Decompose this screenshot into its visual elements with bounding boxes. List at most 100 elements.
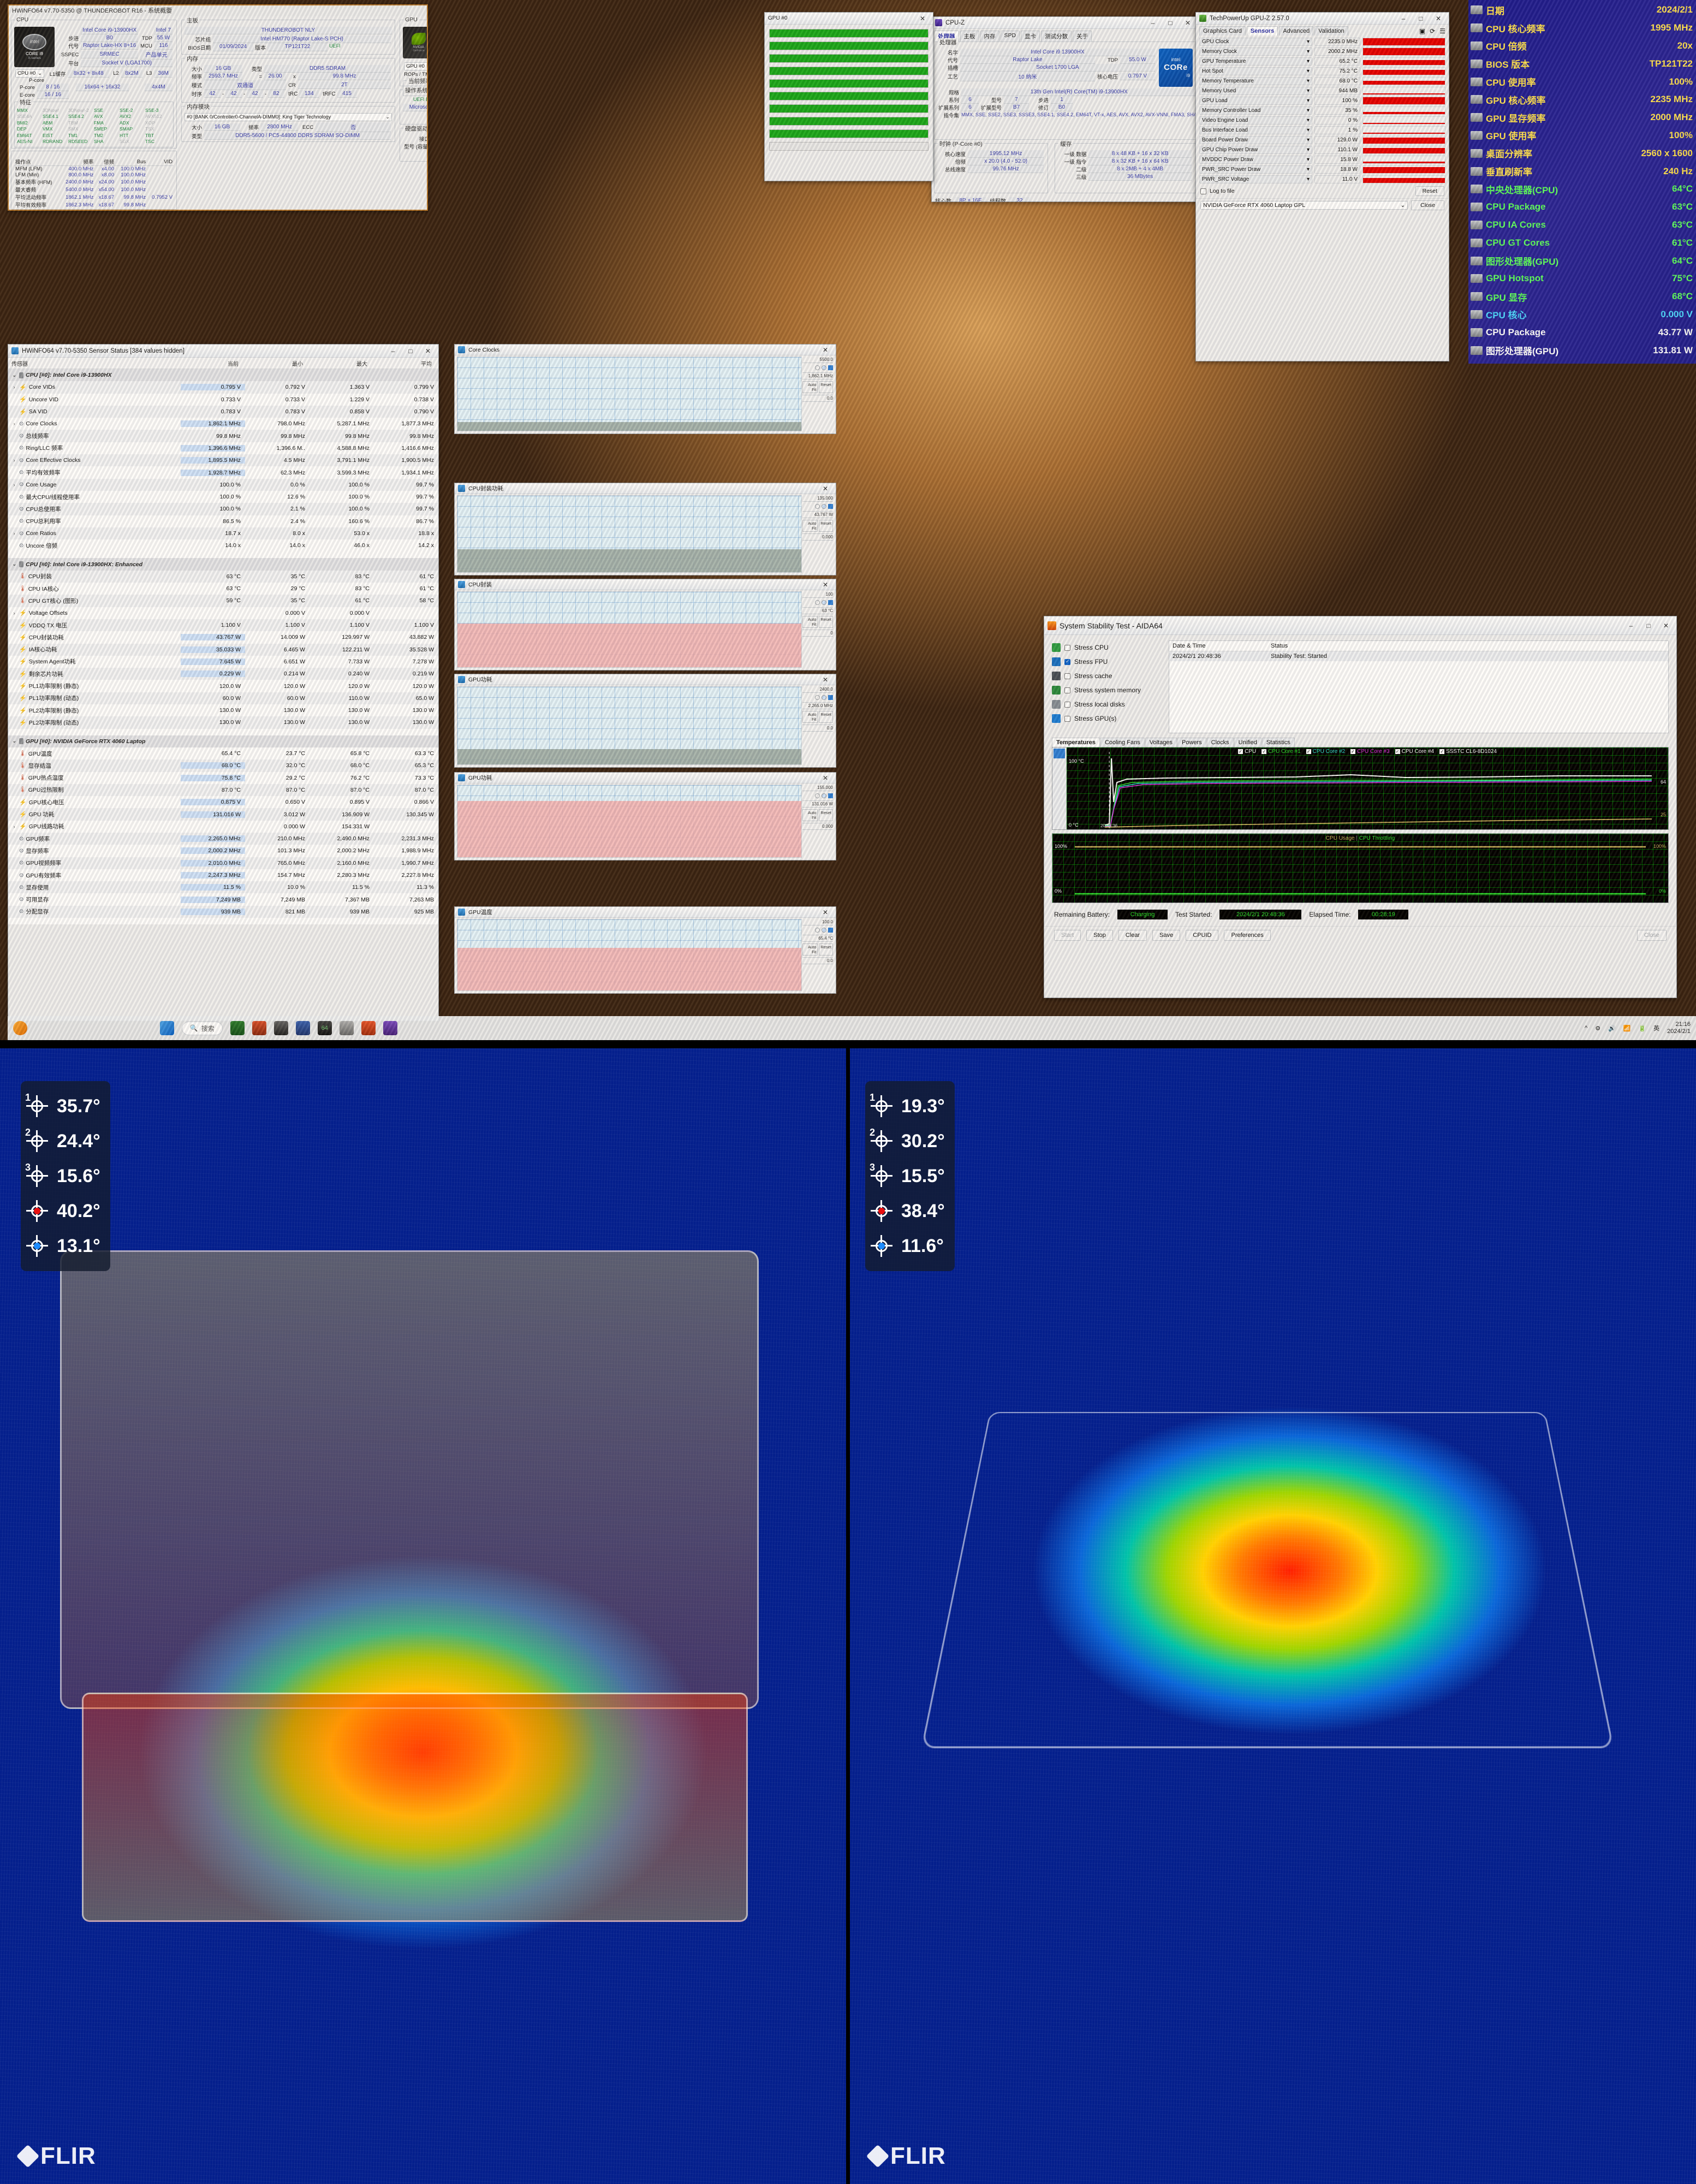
- taskview-icon[interactable]: [230, 1021, 245, 1035]
- sensor-row[interactable]: ⊙ 总线频率 99.8 MHz 99.8 MHz 99.8 MHz 99.8 MHz: [8, 430, 438, 442]
- stress-option-checkbox[interactable]: [1064, 673, 1070, 679]
- stress-option-checkbox[interactable]: [1064, 644, 1070, 651]
- hwinfo-graph-window[interactable]: GPU温度 ✕ 100.0 65.4 °C Auto Fit Reset 0.0: [454, 906, 836, 994]
- series-toggle-icon[interactable]: [815, 365, 820, 370]
- expand-chevron-icon[interactable]: ›: [11, 384, 17, 390]
- app-icon-5[interactable]: [361, 1021, 376, 1035]
- sensor-row[interactable]: ⚡ VDDQ TX 电压 1.100 V 1.100 V 1.100 V 1.100 V: [8, 619, 438, 632]
- gpuz-sensor-name[interactable]: Hot Spot ▾: [1199, 67, 1312, 75]
- gpuz-sensor-row[interactable]: Video Engine Load ▾ 0 %: [1196, 115, 1449, 125]
- close-button[interactable]: ✕: [1181, 17, 1195, 29]
- close-button[interactable]: ✕: [915, 13, 930, 25]
- stress-option[interactable]: Stress local disks: [1052, 697, 1161, 711]
- aida64-window[interactable]: System Stability Test - AIDA64 – □ ✕ Str…: [1044, 616, 1677, 998]
- chevron-down-icon[interactable]: ▾: [1307, 58, 1310, 64]
- sensor-row[interactable]: ⊙ 平均有效频率 1,928.7 MHz 62.3 MHz 3,599.3 MHz 1,9…: [8, 466, 438, 479]
- series-toggle-icon[interactable]: [815, 793, 820, 798]
- aida64-tab[interactable]: Voltages: [1145, 738, 1177, 747]
- close-button[interactable]: ✕: [818, 345, 832, 355]
- aida64-tab[interactable]: Unified: [1234, 738, 1261, 747]
- gpuz-sensor-row[interactable]: Memory Temperature ▾ 68.0 °C: [1196, 76, 1449, 86]
- series-toggle-icon[interactable]: [828, 600, 833, 605]
- expand-chevron-icon[interactable]: ›: [11, 824, 17, 829]
- sensor-row[interactable]: ⚡ SA VID 0.783 V 0.783 V 0.858 V 0.790 V: [8, 405, 438, 418]
- hwinfo-graph-window[interactable]: GPU功耗 ✕ 155.000 131.016 W Auto Fit Reset 0.000: [454, 772, 836, 860]
- gpu-bar-window[interactable]: GPU #0 ✕: [764, 12, 933, 181]
- chevron-down-icon[interactable]: ⌄: [386, 114, 390, 120]
- close-button[interactable]: ✕: [1431, 13, 1445, 25]
- gpuz-sensor-name[interactable]: GPU Clock ▾: [1199, 37, 1312, 46]
- sensor-row[interactable]: ⊙ GPU频率 2,265.0 MHz 210.0 MHz 2,490.0 MHz 2,2…: [8, 832, 438, 845]
- stress-option-checkbox[interactable]: [1064, 658, 1070, 665]
- gpuz-sensor-name[interactable]: GPU Load ▾: [1199, 96, 1312, 105]
- graph-reset-button[interactable]: Reset: [819, 381, 833, 393]
- gpuz-sensor-row[interactable]: GPU Load ▾ 100 %: [1196, 96, 1449, 105]
- close-button[interactable]: ✕: [818, 674, 832, 685]
- minimize-button[interactable]: –: [1624, 616, 1638, 635]
- chevron-down-icon[interactable]: ▾: [1307, 117, 1310, 123]
- sensor-row[interactable]: ⚡ 剩余芯片功耗 0.229 W 0.214 W 0.240 W 0.219 W: [8, 668, 438, 680]
- series-toggle-icon[interactable]: [822, 365, 826, 370]
- close-button[interactable]: ✕: [818, 483, 832, 494]
- sensor-row[interactable]: ⊙ GPU视频频率 2,010.0 MHz 765.0 MHz 2,160.0 MHz 1…: [8, 857, 438, 869]
- graph-side-panel[interactable]: 100.0 65.4 °C Auto Fit Reset 0.0: [802, 919, 834, 991]
- cpuz-tab[interactable]: 内存: [980, 31, 999, 41]
- gpuz-sensor-row[interactable]: Memory Clock ▾ 2000.2 MHz: [1196, 46, 1449, 56]
- graph-reset-button[interactable]: Reset: [819, 809, 833, 821]
- graph-autofit-button[interactable]: Auto Fit: [802, 711, 818, 723]
- series-toggle-icon[interactable]: [828, 504, 833, 509]
- gpuz-sensor-row[interactable]: MVDDC Power Draw ▾ 15.8 W: [1196, 155, 1449, 164]
- chevron-down-icon[interactable]: ⌄: [11, 372, 17, 378]
- tray-volume-icon[interactable]: 🔊: [1608, 1025, 1616, 1032]
- chevron-down-icon[interactable]: ▾: [1307, 98, 1310, 104]
- graph-reset-button[interactable]: Reset: [819, 520, 833, 532]
- aida64-temp-scrollbar[interactable]: [1052, 747, 1067, 829]
- log-to-file-checkbox[interactable]: [1200, 188, 1206, 194]
- gpuz-close-button[interactable]: Close: [1411, 200, 1444, 210]
- graph-reset-button[interactable]: Reset: [819, 616, 833, 628]
- sensor-row[interactable]: ⊙ GPU有效频率 2,247.3 MHz 154.7 MHz 2,280.3 MHz 2…: [8, 869, 438, 882]
- sensor-row[interactable]: ⊙ 显存频率 2,000.2 MHz 101.3 MHz 2,000.2 MHz 1,98…: [8, 845, 438, 857]
- chevron-down-icon[interactable]: ⌄: [38, 70, 42, 76]
- sensor-row[interactable]: 🌡 CPU GT核心 (图形) 59 °C 35 °C 61 °C 58 °C: [8, 595, 438, 607]
- series-toggle-icon[interactable]: [815, 504, 820, 509]
- cpu-selector-value[interactable]: CPU #0: [17, 70, 35, 76]
- sensor-row[interactable]: ⚡ PL2功率限制 (静态) 130.0 W 130.0 W 130.0 W 130.0 …: [8, 704, 438, 717]
- aida64-tab[interactable]: Temperatures: [1052, 738, 1100, 747]
- gpuz-tabs[interactable]: Graphics Card Sensors Advanced Validation: [1199, 26, 1415, 35]
- thunderobot-icon[interactable]: [13, 1021, 27, 1035]
- gpuz-sensor-row[interactable]: GPU Chip Power Draw ▾ 110.1 W: [1196, 145, 1449, 155]
- chevron-down-icon[interactable]: ⌄: [1400, 202, 1405, 209]
- graph-series-toggles[interactable]: [802, 791, 833, 801]
- hwinfo-taskbar-icon[interactable]: 64: [317, 1021, 332, 1035]
- stress-option[interactable]: Stress GPU(s): [1052, 711, 1161, 726]
- graph-reset-button[interactable]: Reset: [819, 711, 833, 723]
- series-toggle-icon[interactable]: [822, 695, 826, 700]
- series-toggle-icon[interactable]: [815, 600, 820, 605]
- cpuz-tab[interactable]: 主板: [960, 31, 979, 41]
- aida64-button-row[interactable]: Start Stop Clear Save CPUID Preferences Close: [1044, 926, 1676, 944]
- series-toggle-icon[interactable]: [822, 793, 826, 798]
- stress-option-checkbox[interactable]: [1064, 687, 1070, 693]
- chevron-down-icon[interactable]: ▾: [1307, 108, 1310, 114]
- expand-chevron-icon[interactable]: ›: [11, 610, 17, 616]
- close-button[interactable]: ✕: [818, 579, 832, 590]
- graph-series-toggles[interactable]: [802, 363, 833, 373]
- gpuz-sensor-row[interactable]: Memory Controller Load ▾ 35 %: [1196, 105, 1449, 115]
- minimize-button[interactable]: –: [386, 345, 400, 358]
- stress-option[interactable]: Stress system memory: [1052, 683, 1161, 697]
- graph-side-panel[interactable]: 2400.0 2,265.0 MHz Auto Fit Reset 0.0: [802, 686, 834, 765]
- hwinfo-graph-window[interactable]: CPU封装 ✕ 100 63 °C Auto Fit Reset 0: [454, 579, 836, 670]
- hwinfo-summary-window[interactable]: HWiNFO64 v7.70-5350 @ THUNDEROBOT R16 - …: [8, 4, 428, 211]
- sensor-list[interactable]: ⌄ CPU [#0]: Intel Core i9-13900HX › ⚡ Core V…: [8, 369, 438, 925]
- start-icon[interactable]: [159, 1021, 174, 1035]
- aida64-tab[interactable]: Clocks: [1206, 738, 1234, 747]
- gpuz-sensor-name[interactable]: PWR_SRC Voltage ▾: [1199, 175, 1312, 183]
- sensor-row[interactable]: ⚡ PL1功率限制 (动态) 60.0 W 60.0 W 110.0 W 65.0 W: [8, 692, 438, 705]
- cpuz-tabs[interactable]: 处理器 主板 内存 SPD 显卡 测试分数 关于: [932, 29, 1198, 41]
- series-toggle-icon[interactable]: [828, 928, 833, 933]
- stress-option[interactable]: Stress FPU: [1052, 655, 1161, 669]
- aida64-close-button[interactable]: Close: [1637, 930, 1667, 941]
- sensor-row[interactable]: ⚡ PL1功率限制 (静态) 120.0 W 120.0 W 120.0 W 120.0 …: [8, 680, 438, 692]
- cpuz-window[interactable]: CPU-Z – □ ✕ 处理器 主板 内存 SPD 显卡 测试分数 关于 处理器 名字 In…: [931, 16, 1199, 202]
